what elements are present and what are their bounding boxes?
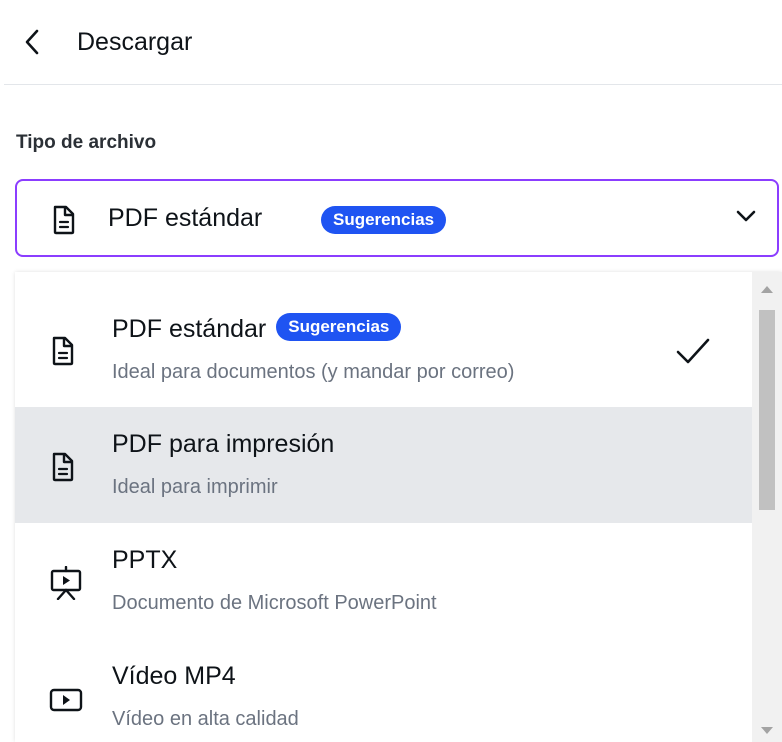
option-mp4[interactable]: Vídeo MP4 Vídeo en alta calidad [15,639,752,742]
video-icon [49,688,83,712]
selected-file-type: PDF estándar [108,204,263,232]
scrollbar-thumb[interactable] [759,310,775,510]
option-title: PDF estándar [112,315,267,343]
scroll-down-arrow-icon[interactable] [761,727,773,734]
option-pdf-print[interactable]: PDF para impresión Ideal para imprimir [15,407,752,523]
panel-header: Descargar [4,0,782,85]
document-icon [52,452,74,482]
download-panel: Descargar Tipo de archivo PDF estándar S… [4,0,782,742]
checkmark-icon [676,338,710,364]
file-type-options: PDF estándar Sugerencias Ideal para docum… [15,272,782,742]
page-title: Descargar [77,28,193,56]
option-title: Vídeo MP4 [112,662,236,690]
option-subtitle: Documento de Microsoft PowerPoint [112,592,437,614]
file-type-select[interactable]: PDF estándar Sugerencias [15,179,779,257]
chevron-down-icon [736,210,756,222]
option-pptx[interactable]: PPTX Documento de Microsoft PowerPoint [15,523,752,639]
chevron-left-icon [25,29,39,55]
option-pdf-standard[interactable]: PDF estándar Sugerencias Ideal para docum… [15,291,752,407]
back-button[interactable] [18,27,48,57]
option-title: PDF para impresión [112,430,335,458]
document-icon [53,205,75,235]
file-type-label: Tipo de archivo [16,132,157,153]
option-subtitle: Ideal para imprimir [112,476,278,498]
option-subtitle: Ideal para documentos (y mandar por corr… [112,361,515,383]
option-subtitle: Vídeo en alta calidad [112,708,299,730]
suggestion-badge: Sugerencias [321,206,447,234]
scrollbar[interactable] [752,272,782,742]
presentation-icon [50,566,82,600]
option-title: PPTX [112,546,178,574]
scroll-up-arrow-icon[interactable] [761,286,773,293]
suggestion-badge: Sugerencias [276,313,402,342]
document-icon [52,336,74,366]
